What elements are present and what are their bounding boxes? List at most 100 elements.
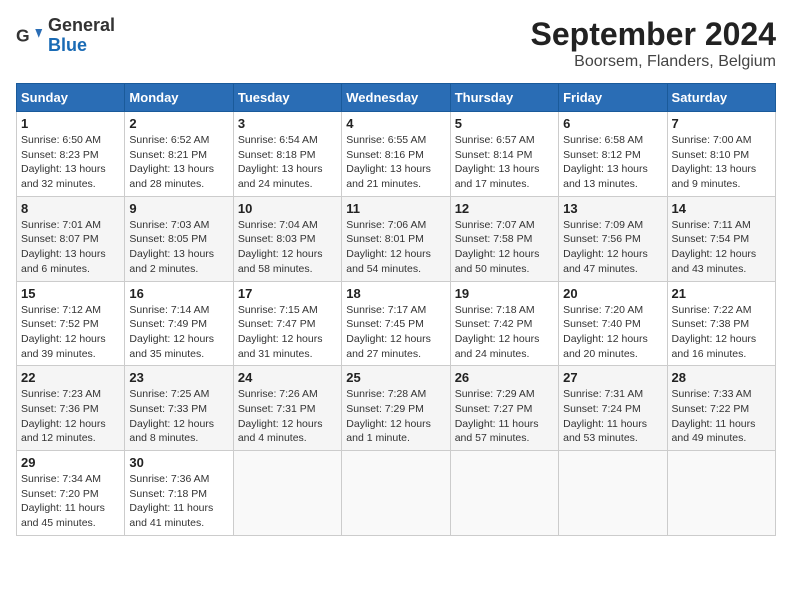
col-tuesday: Tuesday — [233, 84, 341, 112]
sunrise-text: Sunrise: 6:58 AM — [563, 133, 662, 148]
day-number: 28 — [672, 370, 771, 385]
day-number: 27 — [563, 370, 662, 385]
sunrise-text: Sunrise: 7:36 AM — [129, 472, 228, 487]
day-number: 10 — [238, 201, 337, 216]
day-detail: Sunrise: 7:28 AMSunset: 7:29 PMDaylight:… — [346, 387, 445, 446]
day-detail: Sunrise: 7:29 AMSunset: 7:27 PMDaylight:… — [455, 387, 554, 446]
sunset-text: Sunset: 8:12 PM — [563, 148, 662, 163]
day-number: 6 — [563, 116, 662, 131]
day-cell: 12Sunrise: 7:07 AMSunset: 7:58 PMDayligh… — [450, 196, 558, 281]
day-cell — [559, 451, 667, 536]
col-sunday: Sunday — [17, 84, 125, 112]
sunset-text: Sunset: 7:58 PM — [455, 232, 554, 247]
sunrise-text: Sunrise: 7:34 AM — [21, 472, 120, 487]
day-cell: 24Sunrise: 7:26 AMSunset: 7:31 PMDayligh… — [233, 366, 341, 451]
sunset-text: Sunset: 7:29 PM — [346, 402, 445, 417]
daylight-text: Daylight: 11 hours and 49 minutes. — [672, 417, 771, 446]
page-subtitle: Boorsem, Flanders, Belgium — [531, 53, 776, 71]
day-detail: Sunrise: 6:54 AMSunset: 8:18 PMDaylight:… — [238, 133, 337, 192]
day-cell: 18Sunrise: 7:17 AMSunset: 7:45 PMDayligh… — [342, 281, 450, 366]
sunset-text: Sunset: 7:27 PM — [455, 402, 554, 417]
daylight-text: Daylight: 12 hours and 39 minutes. — [21, 332, 120, 361]
sunset-text: Sunset: 7:45 PM — [346, 317, 445, 332]
header-row: Sunday Monday Tuesday Wednesday Thursday… — [17, 84, 776, 112]
day-detail: Sunrise: 6:55 AMSunset: 8:16 PMDaylight:… — [346, 133, 445, 192]
day-number: 30 — [129, 455, 228, 470]
sunset-text: Sunset: 8:03 PM — [238, 232, 337, 247]
day-cell: 3 Sunrise: 6:54 AMSunset: 8:18 PMDaylight… — [233, 112, 341, 197]
sunset-text: Sunset: 7:49 PM — [129, 317, 228, 332]
col-thursday: Thursday — [450, 84, 558, 112]
sunset-text: Sunset: 7:22 PM — [672, 402, 771, 417]
day-number: 26 — [455, 370, 554, 385]
day-detail: Sunrise: 7:04 AMSunset: 8:03 PMDaylight:… — [238, 218, 337, 277]
daylight-text: Daylight: 13 hours and 32 minutes. — [21, 162, 120, 191]
col-saturday: Saturday — [667, 84, 775, 112]
daylight-text: Daylight: 12 hours and 43 minutes. — [672, 247, 771, 276]
sunrise-text: Sunrise: 6:54 AM — [238, 133, 337, 148]
day-cell — [342, 451, 450, 536]
day-detail: Sunrise: 6:57 AMSunset: 8:14 PMDaylight:… — [455, 133, 554, 192]
day-detail: Sunrise: 7:36 AMSunset: 7:18 PMDaylight:… — [129, 472, 228, 531]
sunrise-text: Sunrise: 7:07 AM — [455, 218, 554, 233]
day-number: 3 — [238, 116, 337, 131]
sunrise-text: Sunrise: 7:04 AM — [238, 218, 337, 233]
day-detail: Sunrise: 7:09 AMSunset: 7:56 PMDaylight:… — [563, 218, 662, 277]
daylight-text: Daylight: 12 hours and 12 minutes. — [21, 417, 120, 446]
day-cell: 2Sunrise: 6:52 AMSunset: 8:21 PMDaylight… — [125, 112, 233, 197]
sunrise-text: Sunrise: 7:23 AM — [21, 387, 120, 402]
day-cell: 26 Sunrise: 7:29 AMSunset: 7:27 PMDayligh… — [450, 366, 558, 451]
sunset-text: Sunset: 7:24 PM — [563, 402, 662, 417]
day-cell: 10 Sunrise: 7:04 AMSunset: 8:03 PMDayligh… — [233, 196, 341, 281]
calendar-table: Sunday Monday Tuesday Wednesday Thursday… — [16, 83, 776, 536]
day-detail: Sunrise: 7:07 AMSunset: 7:58 PMDaylight:… — [455, 218, 554, 277]
day-cell — [450, 451, 558, 536]
day-cell: 9Sunrise: 7:03 AMSunset: 8:05 PMDaylight… — [125, 196, 233, 281]
sunrise-text: Sunrise: 7:11 AM — [672, 218, 771, 233]
daylight-text: Daylight: 12 hours and 54 minutes. — [346, 247, 445, 276]
sunset-text: Sunset: 8:14 PM — [455, 148, 554, 163]
sunset-text: Sunset: 8:21 PM — [129, 148, 228, 163]
daylight-text: Daylight: 12 hours and 20 minutes. — [563, 332, 662, 361]
day-cell: 17Sunrise: 7:15 AMSunset: 7:47 PMDayligh… — [233, 281, 341, 366]
sunset-text: Sunset: 7:52 PM — [21, 317, 120, 332]
day-cell: 30 Sunrise: 7:36 AMSunset: 7:18 PMDayligh… — [125, 451, 233, 536]
day-number: 16 — [129, 286, 228, 301]
day-detail: Sunrise: 7:17 AMSunset: 7:45 PMDaylight:… — [346, 303, 445, 362]
sunrise-text: Sunrise: 7:00 AM — [672, 133, 771, 148]
logo: G General Blue — [16, 16, 115, 56]
day-number: 5 — [455, 116, 554, 131]
sunrise-text: Sunrise: 7:31 AM — [563, 387, 662, 402]
day-cell: 13Sunrise: 7:09 AMSunset: 7:56 PMDayligh… — [559, 196, 667, 281]
daylight-text: Daylight: 12 hours and 4 minutes. — [238, 417, 337, 446]
day-cell: 4Sunrise: 6:55 AMSunset: 8:16 PMDaylight… — [342, 112, 450, 197]
day-detail: Sunrise: 7:34 AMSunset: 7:20 PMDaylight:… — [21, 472, 120, 531]
day-detail: Sunrise: 7:11 AMSunset: 7:54 PMDaylight:… — [672, 218, 771, 277]
day-number: 7 — [672, 116, 771, 131]
sunrise-text: Sunrise: 7:28 AM — [346, 387, 445, 402]
daylight-text: Daylight: 12 hours and 8 minutes. — [129, 417, 228, 446]
day-detail: Sunrise: 7:01 AMSunset: 8:07 PMDaylight:… — [21, 218, 120, 277]
daylight-text: Daylight: 13 hours and 24 minutes. — [238, 162, 337, 191]
day-cell: 6Sunrise: 6:58 AMSunset: 8:12 PMDaylight… — [559, 112, 667, 197]
daylight-text: Daylight: 13 hours and 6 minutes. — [21, 247, 120, 276]
day-number: 11 — [346, 201, 445, 216]
page-title: September 2024 — [531, 16, 776, 53]
week-row-1: 1Sunrise: 6:50 AMSunset: 8:23 PMDaylight… — [17, 112, 776, 197]
daylight-text: Daylight: 11 hours and 57 minutes. — [455, 417, 554, 446]
day-number: 20 — [563, 286, 662, 301]
day-detail: Sunrise: 7:22 AMSunset: 7:38 PMDaylight:… — [672, 303, 771, 362]
day-number: 19 — [455, 286, 554, 301]
col-wednesday: Wednesday — [342, 84, 450, 112]
sunrise-text: Sunrise: 7:26 AM — [238, 387, 337, 402]
sunset-text: Sunset: 7:38 PM — [672, 317, 771, 332]
sunrise-text: Sunrise: 6:57 AM — [455, 133, 554, 148]
logo-blue-text: Blue — [48, 35, 87, 55]
sunset-text: Sunset: 7:54 PM — [672, 232, 771, 247]
day-detail: Sunrise: 6:52 AMSunset: 8:21 PMDaylight:… — [129, 133, 228, 192]
sunrise-text: Sunrise: 7:01 AM — [21, 218, 120, 233]
day-detail: Sunrise: 7:26 AMSunset: 7:31 PMDaylight:… — [238, 387, 337, 446]
col-friday: Friday — [559, 84, 667, 112]
daylight-text: Daylight: 11 hours and 45 minutes. — [21, 501, 120, 530]
day-number: 21 — [672, 286, 771, 301]
